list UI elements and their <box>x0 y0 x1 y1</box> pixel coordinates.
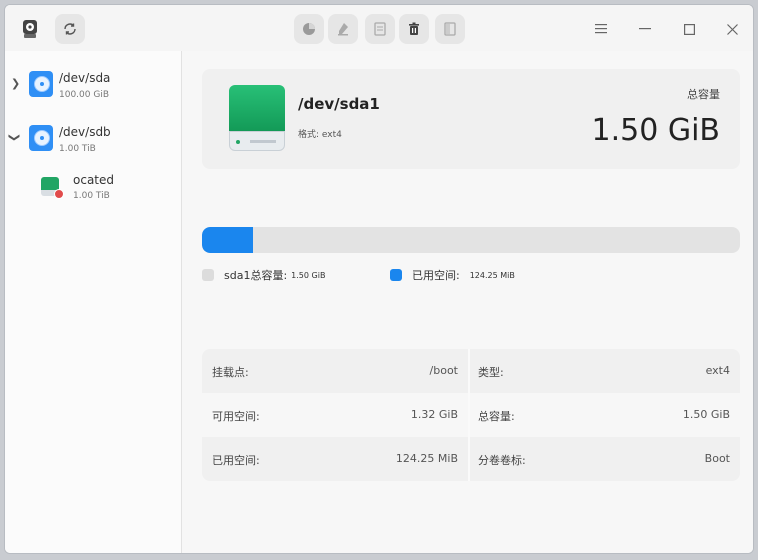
hard-disk-icon <box>29 71 53 97</box>
unmount-button[interactable] <box>435 14 465 44</box>
usage-bar-fill <box>202 227 253 253</box>
delete-button[interactable] <box>399 14 429 44</box>
legend-total-value: 1.50 GiB <box>291 270 326 280</box>
disk-name: /dev/sda <box>59 71 111 85</box>
legend-used-label: 已用空间: <box>412 269 460 282</box>
format-icon <box>374 22 386 36</box>
mount-point-label: 挂载点: <box>212 366 249 379</box>
disk-name: /dev/sdb <box>59 125 111 139</box>
total-capacity-label: 总容量: <box>478 410 515 423</box>
volume-label-value: Boot <box>704 452 730 465</box>
free-space-value: 1.32 GiB <box>410 408 458 421</box>
menu-button[interactable] <box>588 17 614 41</box>
usage-bar <box>202 227 740 253</box>
partition-title: /dev/sda1 <box>298 95 380 113</box>
minimize-icon <box>639 28 651 30</box>
free-space-label: 可用空间: <box>212 410 260 423</box>
disk-utility-window: ❯ /dev/sda 100.00 GiB ❯ /dev/sdb 1.00 Ti… <box>4 4 754 554</box>
partition-size: 1.00 TiB <box>73 191 110 201</box>
trash-icon <box>409 22 419 35</box>
used-space-value: 124.25 MiB <box>395 452 458 465</box>
menu-icon <box>595 24 607 34</box>
partition-info-card: /dev/sda1 格式: ext4 总容量 1.50 GiB <box>202 69 740 169</box>
partition-details-table: 挂载点: /boot 类型: ext4 可用空间: 1.32 GiB 总容量: … <box>202 349 740 481</box>
wipe-button[interactable] <box>328 14 358 44</box>
titlebar <box>5 5 753 51</box>
partition-button[interactable] <box>294 14 324 44</box>
minimize-button[interactable] <box>632 17 658 41</box>
error-badge-icon <box>54 189 64 199</box>
wipe-icon <box>338 23 348 36</box>
disk-utility-icon <box>15 14 45 44</box>
close-icon <box>726 23 738 35</box>
partition-disk-icon <box>229 85 285 151</box>
maximize-icon <box>683 23 695 35</box>
partition-icon <box>41 177 64 199</box>
unmount-icon <box>444 22 456 36</box>
total-capacity-value: 1.50 GiB <box>682 408 730 421</box>
legend-used-value: 124.25 MiB <box>469 270 515 280</box>
format-text: 格式: ext4 <box>298 130 342 140</box>
disk-sidebar: ❯ /dev/sda 100.00 GiB ❯ /dev/sdb 1.00 Ti… <box>5 51 182 553</box>
table-row: 可用空间: 1.32 GiB 总容量: 1.50 GiB <box>202 393 740 437</box>
table-divider <box>468 349 470 481</box>
hard-disk-icon <box>29 125 53 151</box>
volume-label-label: 分卷卷标: <box>478 454 526 467</box>
used-swatch <box>390 269 402 281</box>
chevron-down-icon[interactable]: ❯ <box>8 133 21 142</box>
legend-total-label: sda1总容量: <box>224 269 288 282</box>
maximize-button[interactable] <box>676 17 702 41</box>
refresh-icon <box>64 23 76 35</box>
type-label: 类型: <box>478 366 504 379</box>
refresh-button[interactable] <box>55 14 85 44</box>
used-space-label: 已用空间: <box>212 454 260 467</box>
disk-size: 100.00 GiB <box>59 90 110 100</box>
capacity-label: 总容量 <box>687 88 720 101</box>
sidebar-partition[interactable]: ocated 1.00 TiB <box>5 169 181 209</box>
mount-point-value: /boot <box>429 364 458 377</box>
sidebar-disk-sdb[interactable]: ❯ /dev/sdb 1.00 TiB <box>5 119 181 159</box>
close-button[interactable] <box>719 17 745 41</box>
legend-used: 已用空间: 124.25 MiB <box>390 267 515 283</box>
partition-icon <box>303 23 315 35</box>
table-row: 挂载点: /boot 类型: ext4 <box>202 349 740 393</box>
type-value: ext4 <box>705 364 730 377</box>
legend-total: sda1总容量: 1.50 GiB <box>202 267 325 283</box>
format-button[interactable] <box>365 14 395 44</box>
chevron-right-icon[interactable]: ❯ <box>11 77 20 90</box>
total-swatch <box>202 269 214 281</box>
partition-detail-panel: /dev/sda1 格式: ext4 总容量 1.50 GiB sda1总容量:… <box>182 51 753 553</box>
partition-name: ocated <box>73 173 114 187</box>
sidebar-disk-sda[interactable]: ❯ /dev/sda 100.00 GiB <box>5 65 181 105</box>
table-row: 已用空间: 124.25 MiB 分卷卷标: Boot <box>202 437 740 481</box>
disk-size: 1.00 TiB <box>59 144 96 154</box>
capacity-value: 1.50 GiB <box>591 113 721 148</box>
